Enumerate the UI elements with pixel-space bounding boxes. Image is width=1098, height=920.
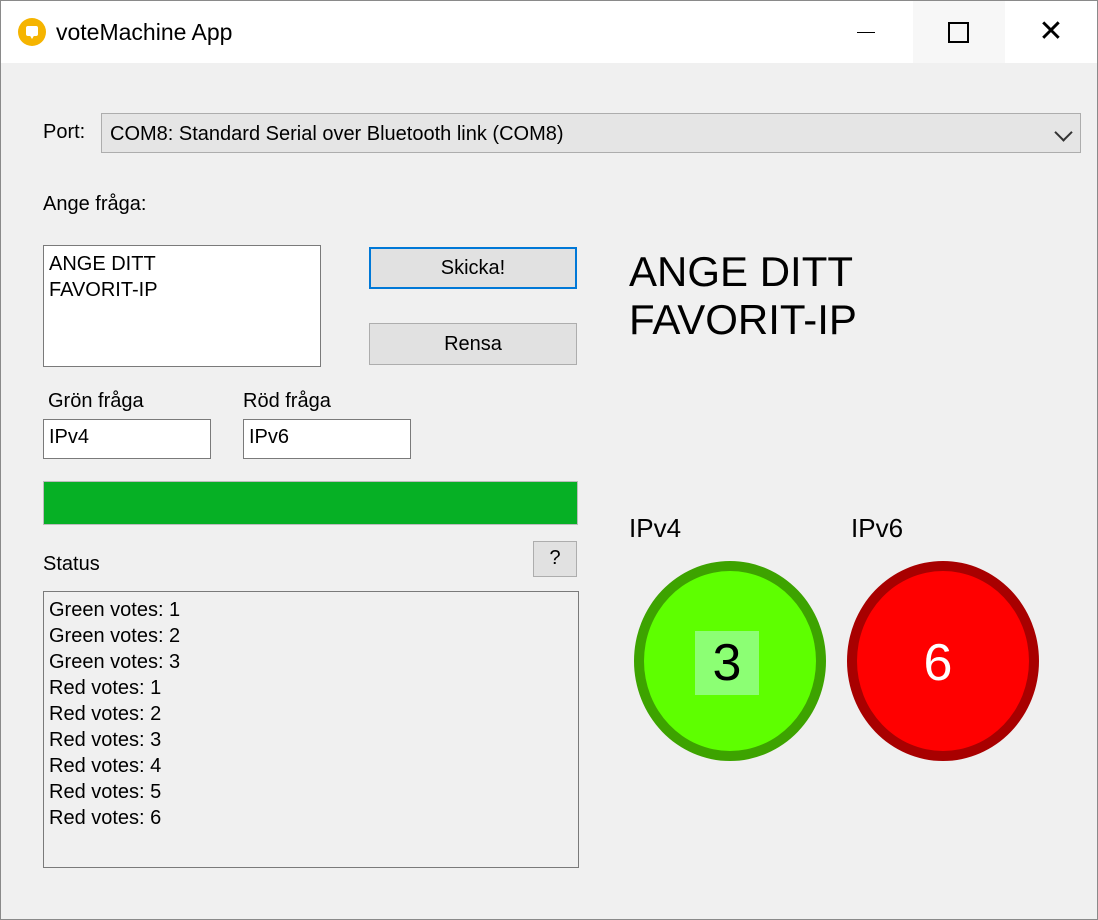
app-logo-icon xyxy=(18,18,46,46)
status-line: Red votes: 3 xyxy=(49,729,162,751)
port-selected-value: COM8: Standard Serial over Bluetooth lin… xyxy=(110,123,564,145)
status-line: Green votes: 1 xyxy=(49,599,181,621)
status-line: Red votes: 5 xyxy=(49,781,162,803)
green-vote-count: 3 xyxy=(695,631,759,695)
status-line: Red votes: 2 xyxy=(49,703,162,725)
progress-bar xyxy=(43,481,578,525)
question-input[interactable]: ANGE DITT FAVORIT-IP xyxy=(43,245,321,367)
question-display-line-1: ANGE DITT xyxy=(629,248,854,295)
status-label: Status xyxy=(43,553,100,575)
green-question-input[interactable]: IPv4 xyxy=(43,419,211,459)
app-window: voteMachine App ✕ Port: COM8: Standard S… xyxy=(0,0,1098,920)
close-button[interactable]: ✕ xyxy=(1005,1,1097,63)
red-option-label: IPv6 xyxy=(851,513,904,543)
chevron-down-icon xyxy=(1054,123,1073,142)
port-select[interactable]: COM8: Standard Serial over Bluetooth lin… xyxy=(101,113,1081,153)
question-display: ANGE DITT FAVORIT-IP xyxy=(629,248,1069,344)
status-line: Red votes: 6 xyxy=(49,807,162,829)
status-log[interactable]: Green votes: 1 Green votes: 2 Green votes:… xyxy=(43,591,579,868)
red-question-label: Röd fråga xyxy=(243,390,331,412)
status-line: Red votes: 1 xyxy=(49,677,162,699)
window-title: voteMachine App xyxy=(56,19,233,45)
send-button[interactable]: Skicka! xyxy=(369,247,577,289)
maximize-button[interactable] xyxy=(913,1,1005,63)
status-line: Red votes: 4 xyxy=(49,755,162,777)
red-question-input[interactable]: IPv6 xyxy=(243,419,411,459)
clear-button[interactable]: Rensa xyxy=(369,323,577,365)
question-label: Ange fråga: xyxy=(43,193,147,215)
green-option-label: IPv4 xyxy=(629,513,682,543)
port-label: Port: xyxy=(43,121,86,143)
question-display-line-2: FAVORIT-IP xyxy=(629,296,857,343)
help-button[interactable]: ? xyxy=(533,541,577,577)
red-vote-count: 6 xyxy=(923,634,953,692)
green-question-label: Grön fråga xyxy=(48,390,144,412)
status-line: Green votes: 3 xyxy=(49,651,181,673)
progress-fill xyxy=(44,482,577,524)
title-bar[interactable]: voteMachine App ✕ xyxy=(1,1,1097,63)
status-line: Green votes: 2 xyxy=(49,625,181,647)
minimize-button[interactable] xyxy=(819,1,911,63)
